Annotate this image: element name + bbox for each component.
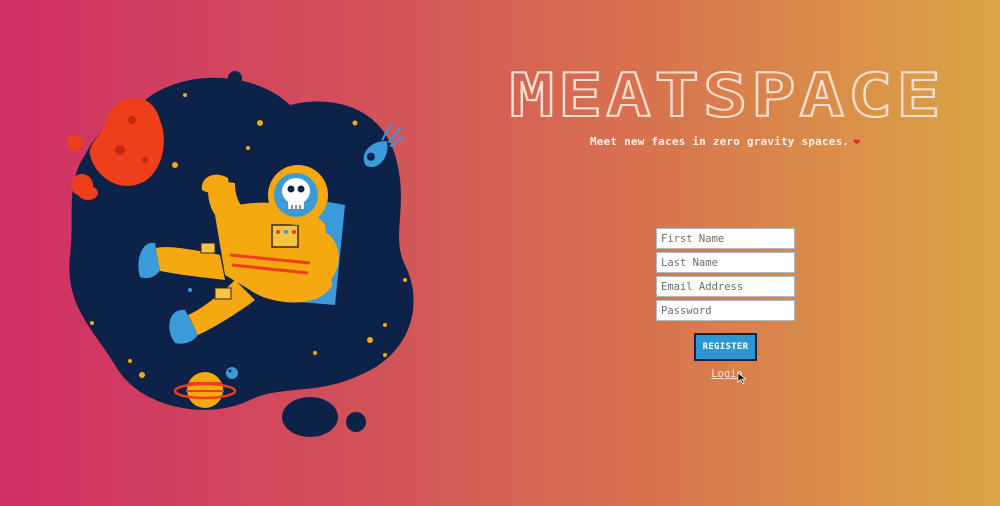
password-field[interactable] (656, 300, 795, 321)
mouse-pointer-icon (737, 372, 747, 384)
register-form (656, 228, 796, 324)
app-title: MEATSPACE (509, 60, 945, 128)
email-field[interactable] (656, 276, 795, 297)
astronaut-illustration (67, 71, 414, 437)
first-name-field[interactable] (656, 228, 795, 249)
tagline: Meet new faces in zero gravity spaces. ❤ (560, 135, 890, 148)
blob-bottom (282, 397, 338, 437)
heart-icon: ❤ (853, 135, 861, 148)
blob-bottom-right (346, 412, 366, 432)
blob-small-top (228, 71, 242, 85)
last-name-field[interactable] (656, 252, 795, 273)
register-button[interactable]: REGISTER (694, 333, 757, 361)
tagline-text: Meet new faces in zero gravity spaces. (589, 135, 850, 148)
small-moon (226, 367, 238, 379)
app-title-text: MEATSPACE (510, 61, 945, 128)
